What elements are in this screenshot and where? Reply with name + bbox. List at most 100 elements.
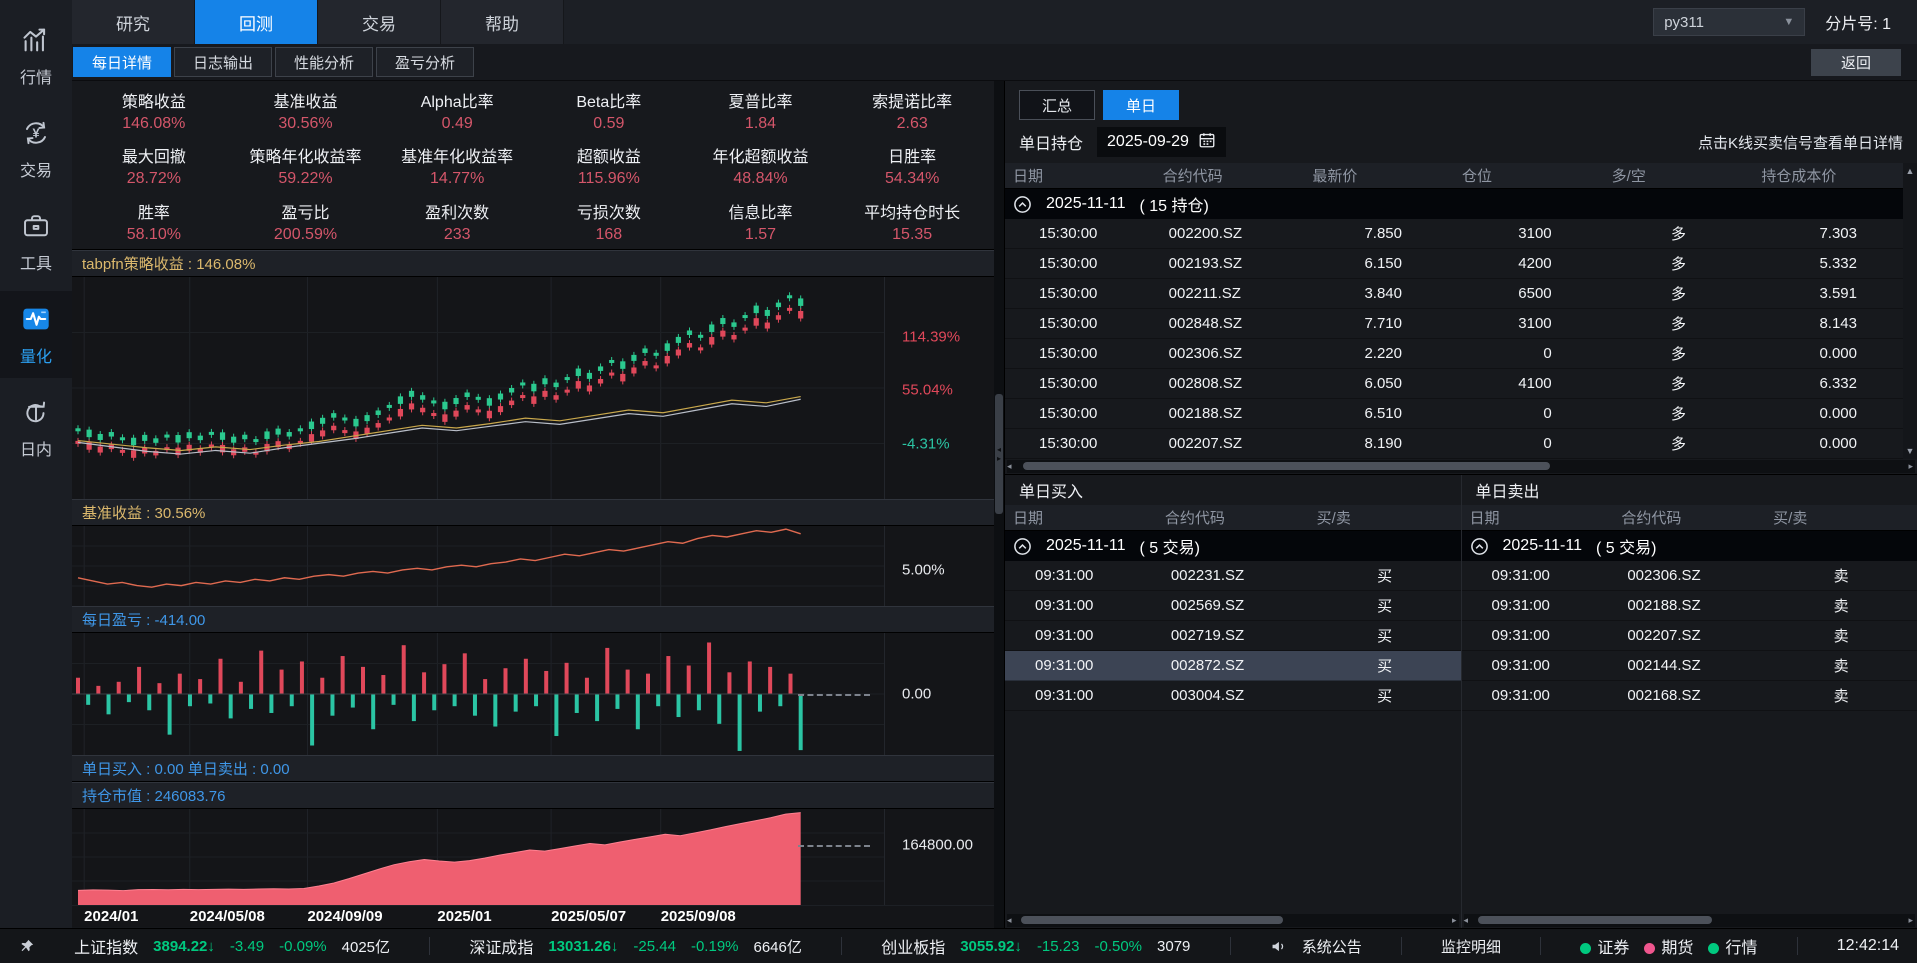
sidebar-item-intraday[interactable]: 日内 <box>0 384 72 471</box>
speaker-icon[interactable] <box>1270 938 1287 955</box>
sidebar-item-tools[interactable]: 工具 <box>0 198 72 285</box>
chart-daily_pnl[interactable]: 0.00 <box>72 633 994 755</box>
divider <box>1230 937 1231 955</box>
scroll-right-icon[interactable]: ▸ <box>1908 460 1913 473</box>
chevron-up-circle-icon[interactable] <box>1013 537 1032 556</box>
trade-row[interactable]: 09:31:00002207.SZ卖 <box>1462 621 1917 651</box>
trade-row[interactable]: 09:31:00002144.SZ卖 <box>1462 651 1917 681</box>
holdings-row[interactable]: 15:30:00002808.SZ6.0504100多6.332 <box>1005 369 1903 399</box>
cost-price: 6.332 <box>1753 375 1903 392</box>
position-size: 0 <box>1454 405 1604 422</box>
tab-汇总[interactable]: 汇总 <box>1019 90 1095 120</box>
last-price: 6.150 <box>1304 255 1454 272</box>
scroll-down-icon[interactable]: ▼ <box>1906 446 1915 456</box>
trade-time: 09:31:00 <box>1005 657 1157 674</box>
scroll-left-icon[interactable]: ◂ <box>1007 460 1012 473</box>
index-quote-3[interactable]: 创业板指3055.92↓-15.23-0.50%3079 <box>881 934 1190 958</box>
group-row[interactable]: 2025-11-11( 5 交易) <box>1005 531 1461 561</box>
scrollbar-thumb[interactable] <box>1478 916 1713 924</box>
index-quote-1[interactable]: 上证指数3894.22↓-3.49-0.09%4025亿 <box>74 934 390 958</box>
index-quote-2[interactable]: 深证成指13031.26↓-25.44-0.19%6646亿 <box>469 934 802 958</box>
holdings-row[interactable]: 15:30:00002200.SZ7.8503100多7.303 <box>1005 219 1903 249</box>
cost-price: 3.591 <box>1753 285 1903 302</box>
x-axis-label: 2024/01 <box>84 908 138 925</box>
sub-tab-日志输出[interactable]: 日志输出 <box>174 47 272 77</box>
sub-tabs: 每日详情日志输出性能分析盈亏分析 <box>72 47 477 77</box>
chevron-up-circle-icon[interactable] <box>1470 537 1489 556</box>
kline-hint: 点击K线买卖信号查看单日详情 <box>1698 132 1903 153</box>
trade-row[interactable]: 09:31:00002168.SZ卖 <box>1462 681 1917 711</box>
chart-axis-label: 5.00% <box>902 561 945 578</box>
system-announcement[interactable]: 系统公告 <box>1270 936 1362 957</box>
holdings-row[interactable]: 15:30:00002207.SZ8.1900多0.000 <box>1005 429 1903 459</box>
contract-code: 002231.SZ <box>1157 567 1309 584</box>
scroll-left-icon[interactable]: ◂ <box>1007 914 1012 927</box>
pane-splitter[interactable]: ◂▸ <box>994 81 1004 928</box>
nav-tab-研究[interactable]: 研究 <box>72 0 195 44</box>
scroll-left-icon[interactable]: ◂ <box>1464 914 1469 927</box>
trade-row[interactable]: 09:31:00002188.SZ卖 <box>1462 591 1917 621</box>
chart-market_value[interactable]: 164800.00 <box>72 809 994 905</box>
trade-row[interactable]: 09:31:00003004.SZ买 <box>1005 681 1461 711</box>
index-change-pct: -0.09% <box>279 938 327 955</box>
trade-row[interactable]: 09:31:00002569.SZ买 <box>1005 591 1461 621</box>
chevron-up-circle-icon[interactable] <box>1013 195 1032 214</box>
stat-item: 盈利次数233 <box>381 194 533 249</box>
splitter-handle-icon[interactable]: ◂▸ <box>995 394 1003 514</box>
holdings-vertical-scrollbar[interactable]: ▲▼ <box>1903 163 1917 459</box>
stat-item: 最大回撤28.72% <box>78 138 230 193</box>
last-price: 2.220 <box>1304 345 1454 362</box>
holdings-row[interactable]: 15:30:00002188.SZ6.5100多0.000 <box>1005 399 1903 429</box>
group-date: 2025-11-11 <box>1046 195 1125 213</box>
sub-tab-每日详情[interactable]: 每日详情 <box>73 47 171 77</box>
trade-time: 09:31:00 <box>1462 687 1614 704</box>
announcement-label: 系统公告 <box>1302 936 1362 957</box>
scroll-up-icon[interactable]: ▲ <box>1906 166 1915 176</box>
x-axis-label: 2025/01 <box>437 908 491 925</box>
scroll-right-icon[interactable]: ▸ <box>1908 914 1913 927</box>
holdings-horizontal-scrollbar[interactable]: ◂ ▸ <box>1007 460 1915 473</box>
scroll-right-icon[interactable]: ▸ <box>1452 914 1457 927</box>
trades-horizontal-scrollbar[interactable]: ◂▸ <box>1007 914 1459 927</box>
group-row[interactable]: 2025-11-11( 5 交易) <box>1462 531 1917 561</box>
env-select[interactable]: py311 ▼ <box>1653 8 1805 36</box>
sidebar-item-trade[interactable]: ¥交易 <box>0 105 72 192</box>
divider <box>841 937 842 955</box>
trade-row[interactable]: 09:31:00002306.SZ卖 <box>1462 561 1917 591</box>
stat-item: 胜率58.10% <box>78 194 230 249</box>
sidebar-item-market-chart[interactable]: 行情 <box>0 12 72 99</box>
chart-benchmark[interactable]: 5.00% <box>72 526 994 606</box>
x-axis: 2024/012024/05/082024/09/092025/012025/0… <box>72 905 994 927</box>
buy-sell-flag: 买 <box>1309 685 1461 706</box>
chart-strategy[interactable]: 114.39%55.04%-4.31% <box>72 277 994 499</box>
holdings-row[interactable]: 15:30:00002211.SZ3.8406500多3.591 <box>1005 279 1903 309</box>
long-short-flag: 多 <box>1604 403 1754 424</box>
trade-row[interactable]: 09:31:00002872.SZ买 <box>1005 651 1461 681</box>
tab-单日[interactable]: 单日 <box>1103 90 1179 120</box>
nav-tab-回测[interactable]: 回测 <box>195 0 318 44</box>
sub-tab-性能分析[interactable]: 性能分析 <box>275 47 373 77</box>
scrollbar-thumb[interactable] <box>1021 916 1283 924</box>
calendar-icon[interactable] <box>1198 131 1216 154</box>
trades-horizontal-scrollbar[interactable]: ◂▸ <box>1464 914 1916 927</box>
sub-tab-盈亏分析[interactable]: 盈亏分析 <box>376 47 474 77</box>
buy-sell-flag: 买 <box>1309 595 1461 616</box>
holdings-row[interactable]: 15:30:00002848.SZ7.7103100多8.143 <box>1005 309 1903 339</box>
trade-row[interactable]: 09:31:00002231.SZ买 <box>1005 561 1461 591</box>
back-button[interactable]: 返回 <box>1811 49 1901 76</box>
scrollbar-thumb[interactable] <box>1023 462 1550 470</box>
group-row[interactable]: 2025-11-11( 15 持仓) <box>1005 189 1903 219</box>
nav-right: py311 ▼ 分片号: 1 <box>1653 0 1917 44</box>
x-axis-label: 2025/05/07 <box>551 908 626 925</box>
cost-price: 7.303 <box>1753 225 1903 242</box>
nav-tab-交易[interactable]: 交易 <box>318 0 441 44</box>
date-picker[interactable]: 2025-09-29 <box>1097 127 1226 157</box>
sidebar-item-quant[interactable]: 量化 <box>0 291 72 378</box>
monitor-detail-link[interactable]: 监控明细 <box>1441 936 1501 957</box>
trade-row[interactable]: 09:31:00002719.SZ买 <box>1005 621 1461 651</box>
holdings-row[interactable]: 15:30:00002306.SZ2.2200多0.000 <box>1005 339 1903 369</box>
holdings-row[interactable]: 15:30:00002193.SZ6.1504200多5.332 <box>1005 249 1903 279</box>
pin-icon[interactable] <box>18 938 35 955</box>
nav-tab-帮助[interactable]: 帮助 <box>441 0 564 44</box>
last-price: 7.710 <box>1304 315 1454 332</box>
